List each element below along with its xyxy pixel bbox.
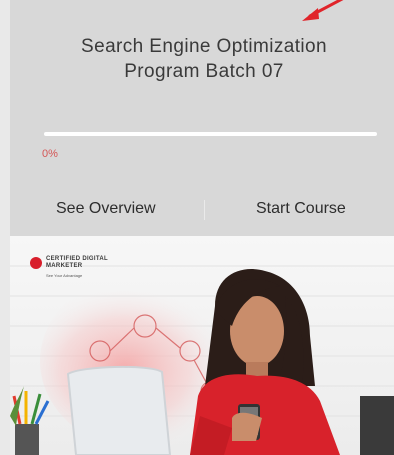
- course-title: Search Engine Optimization Program Batch…: [10, 34, 394, 84]
- certified-digital-marketer-logo: CERTIFIED DIGITAL MARKETER See Your Adva…: [30, 256, 108, 279]
- brand-text-line2: MARKETER: [46, 263, 83, 269]
- course-title-line2: Program Batch 07: [124, 61, 284, 82]
- brand-tagline: See Your Advantage: [46, 273, 83, 278]
- actions-divider: [204, 200, 205, 220]
- brand-text-line1: CERTIFIED DIGITAL: [46, 256, 108, 262]
- progress-label: 0%: [42, 148, 58, 160]
- pointer-arrow-icon: [302, 0, 344, 21]
- brand-logo-icon: [30, 257, 42, 269]
- course-title-line1: Search Engine Optimization: [81, 36, 327, 57]
- page: Search Engine Optimization Program Batch…: [0, 0, 394, 455]
- card-actions: See Overview Start Course: [10, 196, 394, 224]
- course-card: Search Engine Optimization Program Batch…: [10, 0, 394, 455]
- course-banner-image[interactable]: CERTIFIED DIGITAL MARKETER See Your Adva…: [10, 236, 394, 455]
- progress-bar: [44, 132, 377, 136]
- start-course-button[interactable]: Start Course: [256, 196, 346, 222]
- see-overview-button[interactable]: See Overview: [56, 196, 156, 222]
